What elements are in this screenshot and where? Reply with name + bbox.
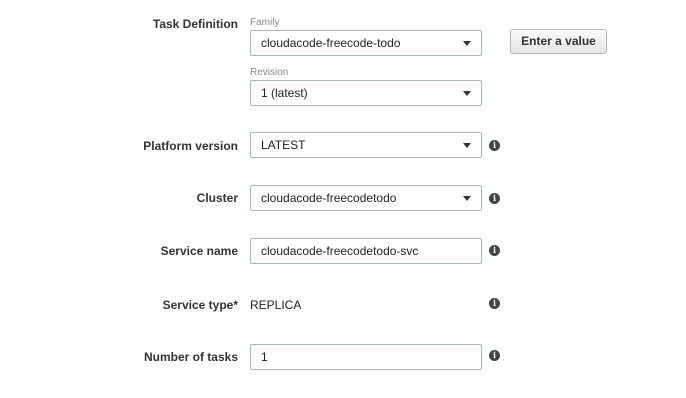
info-icon[interactable]: i: [489, 140, 500, 151]
chevron-down-icon: [463, 143, 471, 148]
cluster-select-value: cloudacode-freecodetodo: [261, 191, 397, 205]
revision-select[interactable]: 1 (latest): [250, 80, 482, 106]
revision-select-value: 1 (latest): [261, 86, 308, 100]
cluster-label: Cluster: [196, 191, 238, 205]
family-select-value: cloudacode-freecode-todo: [261, 36, 401, 50]
number-of-tasks-label: Number of tasks: [143, 350, 238, 364]
info-icon[interactable]: i: [489, 193, 500, 204]
cluster-select[interactable]: cloudacode-freecodetodo: [250, 185, 482, 211]
info-icon[interactable]: i: [489, 298, 500, 309]
family-select[interactable]: cloudacode-freecode-todo: [250, 30, 482, 56]
chevron-down-icon: [463, 41, 471, 46]
service-name-label: Service name: [160, 244, 238, 258]
task-definition-label: Task Definition: [152, 17, 238, 31]
family-sublabel: Family: [250, 17, 280, 28]
platform-version-select-value: LATEST: [261, 138, 306, 152]
chevron-down-icon: [463, 91, 471, 96]
enter-a-value-button[interactable]: Enter a value: [510, 29, 607, 54]
info-icon[interactable]: i: [489, 350, 500, 361]
service-type-label: Service type*: [162, 298, 238, 312]
chevron-down-icon: [463, 196, 471, 201]
service-type-value: REPLICA: [250, 298, 302, 312]
info-icon[interactable]: i: [489, 245, 500, 256]
revision-sublabel: Revision: [250, 67, 289, 78]
number-of-tasks-input[interactable]: 1: [250, 344, 482, 370]
platform-version-select[interactable]: LATEST: [250, 132, 482, 158]
platform-version-label: Platform version: [143, 139, 238, 153]
service-name-input[interactable]: cloudacode-freecodetodo-svc: [250, 238, 482, 264]
